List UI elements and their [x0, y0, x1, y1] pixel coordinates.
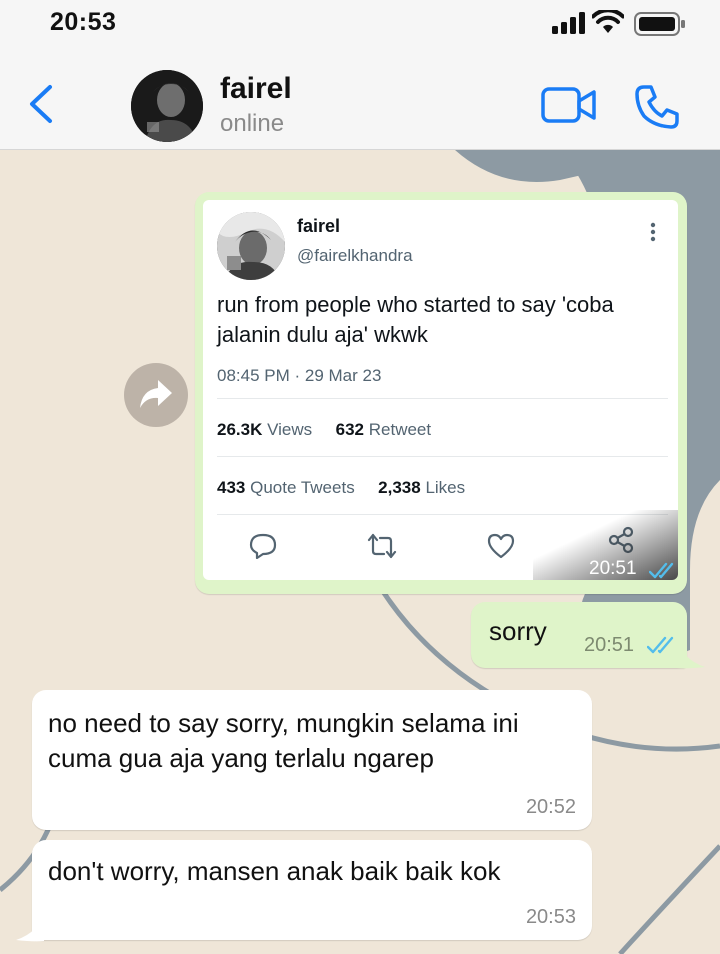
views-label: Views — [267, 420, 313, 439]
video-call-icon[interactable] — [541, 86, 597, 124]
received-message[interactable]: don't worry, mansen anak baik baik kok 2… — [32, 840, 592, 940]
like-icon[interactable] — [487, 533, 515, 559]
likes-count: 2,338 — [378, 478, 421, 497]
divider — [217, 456, 668, 457]
tweet-views-retweets: 26.3K Views 632 Retweet — [217, 420, 431, 440]
wifi-icon — [592, 10, 624, 33]
forward-icon — [140, 380, 172, 408]
avatar-photo — [131, 70, 203, 142]
retweet-icon[interactable] — [367, 533, 397, 559]
sent-message[interactable]: sorry 20:51 — [471, 602, 687, 668]
forward-button[interactable] — [124, 363, 188, 427]
message-text: no need to say sorry, mungkin selama ini… — [48, 708, 519, 773]
more-options-icon[interactable] — [650, 222, 656, 242]
tweet-share-message[interactable]: fairel @fairelkhandra run from people wh… — [195, 192, 687, 594]
status-time: 20:53 — [50, 8, 117, 36]
bubble-tail — [16, 910, 44, 942]
message-text: sorry — [489, 616, 547, 646]
quote-count: 433 — [217, 478, 246, 497]
message-text: don't worry, mansen anak baik baik kok — [48, 856, 501, 886]
contact-status: online — [220, 110, 285, 137]
bubble-tail — [677, 637, 705, 669]
reply-icon[interactable] — [249, 533, 277, 559]
tweet-author-name[interactable]: fairel — [297, 216, 340, 237]
likes-label: Likes — [425, 478, 466, 497]
message-time: 20:53 — [525, 906, 576, 928]
contact-avatar[interactable] — [131, 70, 203, 142]
tweet-avatar-photo — [217, 212, 285, 280]
contact-name[interactable]: fairel — [220, 72, 292, 106]
chat-header: fairel online — [0, 50, 720, 150]
retweet-label: Retweet — [368, 420, 432, 439]
tweet-quotes-likes: 433 Quote Tweets 2,338 Likes — [217, 478, 465, 498]
battery-icon — [634, 12, 685, 36]
message-time: 20:51 — [584, 634, 635, 656]
received-message[interactable]: no need to say sorry, mungkin selama ini… — [32, 690, 592, 830]
tweet-text: run from people who started to say 'coba… — [217, 292, 614, 347]
retweet-count: 632 — [335, 420, 364, 439]
phone-icon[interactable] — [634, 84, 680, 130]
signal-icon — [552, 12, 585, 34]
status-bar: 20:53 — [0, 0, 720, 50]
divider — [217, 398, 668, 399]
read-ticks-icon — [647, 636, 674, 654]
quote-label: Quote Tweets — [250, 478, 355, 497]
chat-area[interactable]: fairel @fairelkhandra run from people wh… — [0, 150, 720, 954]
read-ticks-icon — [649, 562, 674, 579]
tweet-card[interactable]: fairel @fairelkhandra run from people wh… — [203, 200, 678, 580]
tweet-timestamp: 08:45 PM · 29 Mar 23 — [217, 366, 382, 385]
tweet-author-avatar[interactable] — [217, 212, 285, 280]
chevron-left-icon[interactable] — [26, 84, 54, 124]
tweet-author-handle[interactable]: @fairelkhandra — [297, 246, 413, 266]
message-time: 20:51 — [589, 558, 637, 579]
message-time: 20:52 — [525, 796, 576, 818]
views-count: 26.3K — [217, 420, 263, 439]
